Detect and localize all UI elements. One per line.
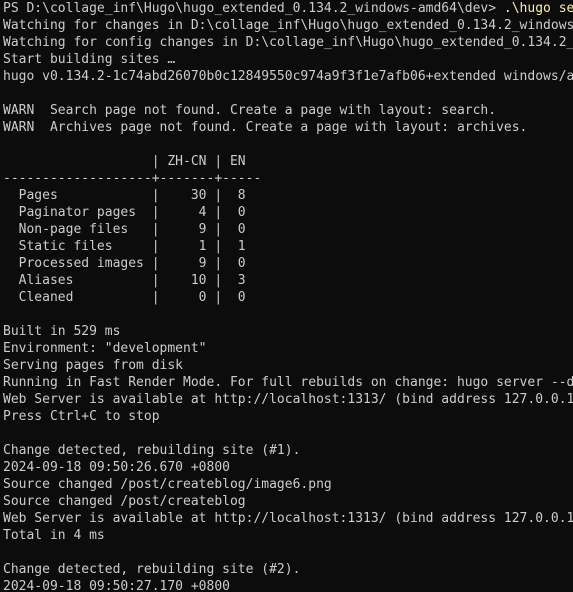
command-args: server bbox=[558, 1, 573, 16]
stats-table-row: Paginator pages | 4 | 0 bbox=[3, 205, 246, 220]
output-line: Change detected, rebuilding site (#1). bbox=[3, 443, 301, 458]
output-line: 2024-09-18 09:50:27.170 +0800 bbox=[3, 579, 230, 592]
output-line: Change detected, rebuilding site (#2). bbox=[3, 562, 301, 577]
prompt: PS D:\collage_inf\Hugo\hugo_extended_0.1… bbox=[3, 1, 504, 16]
output-line: Press Ctrl+C to stop bbox=[3, 409, 160, 424]
server-url-line: Web Server is available at http://localh… bbox=[3, 511, 573, 526]
output-line: Running in Fast Render Mode. For full re… bbox=[3, 375, 573, 390]
output-line: Watching for changes in D:\collage_inf\H… bbox=[3, 18, 573, 33]
stats-table-row: Static files | 1 | 1 bbox=[3, 239, 246, 254]
output-line: Environment: "development" bbox=[3, 341, 207, 356]
output-line: Built in 529 ms bbox=[3, 324, 121, 339]
output-line: hugo v0.134.2-1c74abd26070b0c12849550c97… bbox=[3, 69, 573, 84]
output-line: Start building sites … bbox=[3, 52, 176, 67]
command: .\hugo bbox=[503, 1, 551, 16]
warn-line: WARN Search page not found. Create a pag… bbox=[3, 103, 497, 118]
prompt-line: PS D:\collage_inf\Hugo\hugo_extended_0.1… bbox=[3, 0, 573, 17]
stats-table-header: | ZH-CN | EN bbox=[3, 154, 246, 169]
output-line: Watching for config changes in D:\collag… bbox=[3, 35, 573, 50]
stats-table-divider: -------------------+-------+----- bbox=[3, 171, 262, 186]
stats-table-row: Non-page files | 9 | 0 bbox=[3, 222, 246, 237]
stats-table-row: Processed images | 9 | 0 bbox=[3, 256, 246, 271]
warn-line: WARN Archives page not found. Create a p… bbox=[3, 120, 528, 135]
output-line: 2024-09-18 09:50:26.670 +0800 bbox=[3, 460, 230, 475]
stats-table-row: Cleaned | 0 | 0 bbox=[3, 290, 246, 305]
output-line: Total in 4 ms bbox=[3, 528, 105, 543]
server-url-line: Web Server is available at http://localh… bbox=[3, 392, 573, 407]
output-line: Serving pages from disk bbox=[3, 358, 184, 373]
output-line: Source changed /post/createblog/image6.p… bbox=[3, 477, 332, 492]
output-line: Source changed /post/createblog bbox=[3, 494, 246, 509]
stats-table-row: Aliases | 10 | 3 bbox=[3, 273, 246, 288]
terminal-window[interactable]: PS D:\collage_inf\Hugo\hugo_extended_0.1… bbox=[0, 0, 573, 592]
stats-table-row: Pages | 30 | 8 bbox=[3, 188, 246, 203]
